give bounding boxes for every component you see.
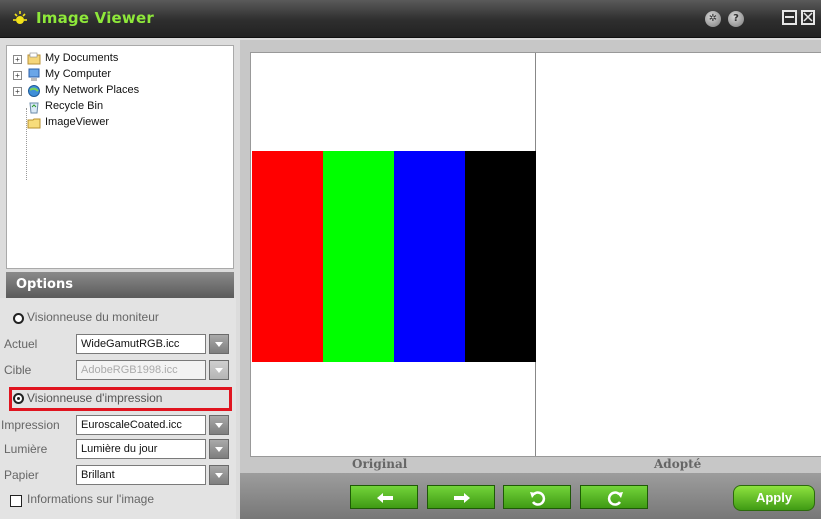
close-icon[interactable] <box>801 10 815 25</box>
previous-button[interactable] <box>350 485 418 509</box>
lumiere-select[interactable]: Lumière du jour <box>76 439 206 459</box>
chevron-down-icon[interactable] <box>209 334 229 354</box>
cible-select: AdobeRGB1998.icc <box>76 360 206 380</box>
app-title: Image Viewer <box>36 9 154 27</box>
settings-icon[interactable]: ✲ <box>705 11 721 27</box>
adopted-label: Adopté <box>654 457 702 471</box>
impression-label: Impression <box>1 418 60 432</box>
original-label: Original <box>352 457 408 471</box>
documents-folder-icon <box>27 52 41 65</box>
computer-icon <box>28 68 40 81</box>
help-icon[interactable]: ? <box>728 11 744 27</box>
print-viewer-label: Visionneuse d'impression <box>27 391 163 405</box>
options-header: Options <box>6 272 234 298</box>
lumiere-label: Lumière <box>4 442 48 456</box>
chevron-down-icon[interactable] <box>209 465 229 485</box>
red-swatch <box>252 151 323 362</box>
chevron-down-icon[interactable] <box>209 415 229 435</box>
rotate-ccw-icon <box>530 491 546 506</box>
rotate-cw-icon <box>607 491 623 506</box>
chevron-down-icon[interactable] <box>209 439 229 459</box>
minimize-icon[interactable] <box>782 10 797 25</box>
app-logo-icon <box>13 11 27 24</box>
chevron-down-icon <box>209 360 229 380</box>
print-viewer-radio[interactable] <box>13 393 24 404</box>
arrow-left-icon <box>377 493 393 503</box>
network-places-icon <box>28 85 40 97</box>
rotate-right-button[interactable] <box>580 485 648 509</box>
expand-icon[interactable]: + <box>13 87 22 96</box>
cible-label: Cible <box>4 363 32 377</box>
arrow-right-icon <box>454 493 470 503</box>
folder-icon <box>27 118 41 129</box>
image-info-label: Informations sur l'image <box>27 492 155 506</box>
monitor-viewer-radio[interactable] <box>13 313 24 324</box>
actuel-select[interactable]: WideGamutRGB.icc <box>76 334 206 354</box>
blue-swatch <box>394 151 465 362</box>
title-bar: Image Viewer ✲ ? <box>0 0 821 38</box>
black-swatch <box>465 151 536 362</box>
rotate-left-button[interactable] <box>503 485 571 509</box>
image-info-checkbox[interactable] <box>10 495 22 507</box>
next-button[interactable] <box>427 485 495 509</box>
papier-label: Papier <box>4 468 39 482</box>
green-swatch <box>323 151 394 362</box>
impression-select[interactable]: EuroscaleCoated.icc <box>76 415 206 435</box>
expand-icon[interactable]: + <box>13 71 22 80</box>
monitor-viewer-label: Visionneuse du moniteur <box>27 310 159 324</box>
actuel-label: Actuel <box>4 337 38 351</box>
folder-tree[interactable]: + My Documents + My Computer + My Networ… <box>6 45 234 269</box>
papier-select[interactable]: Brillant <box>76 465 206 485</box>
recycle-bin-icon <box>29 102 39 114</box>
expand-icon[interactable]: + <box>13 55 22 64</box>
apply-button[interactable]: Apply <box>733 485 815 511</box>
